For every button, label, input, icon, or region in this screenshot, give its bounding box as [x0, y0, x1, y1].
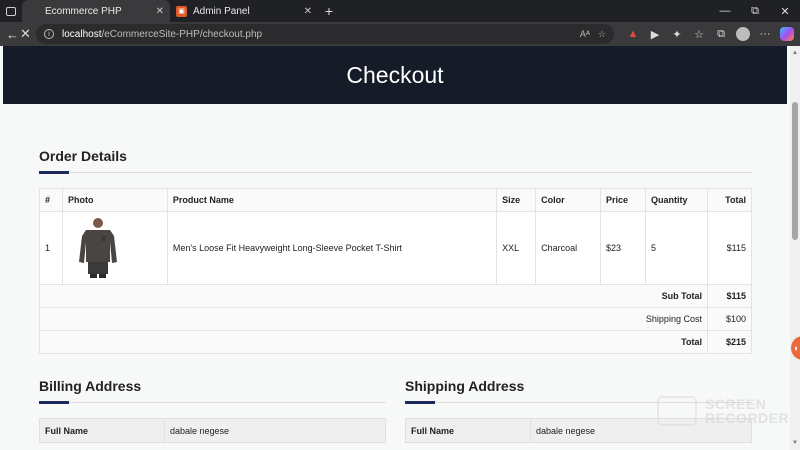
billing-address-heading: Billing Address: [39, 378, 142, 394]
tab-actions-icon[interactable]: [0, 0, 22, 22]
row-total: $115: [706, 211, 753, 285]
col-price: Price: [600, 188, 647, 212]
more-menu-icon[interactable]: ···: [754, 28, 776, 40]
profile-avatar[interactable]: [736, 27, 750, 41]
page-title: Checkout: [346, 61, 444, 88]
window-controls: — ⧉ ✕: [710, 0, 800, 22]
close-tab-icon[interactable]: ✕: [156, 6, 164, 17]
row-quantity: 5: [645, 211, 708, 285]
url-text: localhost/eCommerceSite-PHP/checkout.php: [62, 29, 572, 40]
collections-icon[interactable]: ⧉: [710, 28, 732, 41]
copilot-icon[interactable]: [780, 27, 794, 41]
shipping-cost-row: Shipping Cost $100: [39, 307, 753, 331]
minimize-icon[interactable]: —: [710, 0, 740, 22]
table-row: Full Name dabale negese: [39, 418, 386, 443]
scroll-up-icon[interactable]: ▲: [792, 50, 798, 56]
watermark-line1: SCREEN: [705, 396, 767, 412]
row-color: Charcoal: [535, 211, 602, 285]
blank-page-icon: ·: [32, 7, 35, 15]
subtotal-row: Sub Total $115: [39, 284, 753, 308]
browser-toolbar: ← ✕ i localhost/eCommerceSite-PHP/checko…: [0, 22, 800, 46]
read-aloud-icon[interactable]: Aᴬ: [580, 29, 590, 39]
favorite-star-icon[interactable]: ☆: [598, 29, 606, 40]
order-details-heading: Order Details: [39, 148, 127, 164]
screen-recorder-watermark: SCREEN RECORDER: [657, 396, 789, 426]
col-total: Total: [706, 188, 753, 212]
scrollbar-thumb[interactable]: [792, 102, 798, 240]
url-path: /eCommerceSite-PHP/checkout.php: [101, 28, 263, 40]
total-row: Total $215: [39, 330, 753, 354]
order-table-header: # Photo Product Name Size Color Price Qu…: [39, 188, 753, 212]
col-index: #: [39, 188, 63, 212]
admin-panel-icon: ▣: [176, 5, 187, 17]
screen-recorder-logo-icon: [657, 396, 697, 426]
col-photo: Photo: [61, 188, 168, 212]
extensions-puzzle-icon[interactable]: ✦: [666, 28, 688, 41]
tab-ecommerce-php[interactable]: · Ecommerce PHP ✕: [22, 0, 170, 22]
col-quantity: Quantity: [645, 188, 708, 212]
col-size: Size: [496, 188, 537, 212]
product-photo[interactable]: [75, 216, 120, 278]
table-row: 1 Men's Loose Fit Heavyweight Long-Sleev…: [39, 211, 753, 285]
extension-rocket-icon[interactable]: ▲: [622, 28, 644, 40]
col-product-name: Product Name: [166, 188, 498, 212]
url-host: localhost: [62, 28, 102, 40]
order-table: # Photo Product Name Size Color Price Qu…: [39, 188, 753, 354]
restore-icon[interactable]: ⧉: [740, 0, 770, 22]
scroll-down-icon[interactable]: ▼: [792, 440, 798, 446]
row-price: $23: [600, 211, 647, 285]
shipping-address-heading: Shipping Address: [405, 378, 525, 394]
watermark-line2: RECORDER: [705, 410, 790, 426]
page-banner: Checkout: [3, 46, 787, 104]
browser-tab-bar: · Ecommerce PHP ✕ ▣ Admin Panel ✕ + — ⧉ …: [0, 0, 800, 22]
total-label: Total: [39, 330, 708, 354]
extensions-area: ▲ ▶ ✦ ☆ ⧉ ···: [622, 27, 794, 41]
page-scrollbar[interactable]: ▲ ▼: [790, 46, 800, 450]
row-photo-cell: [61, 211, 168, 285]
shipping-cost-value: $100: [706, 307, 753, 331]
row-index: 1: [39, 211, 63, 285]
tab-admin-panel[interactable]: ▣ Admin Panel ✕: [170, 0, 318, 22]
tab-label: Admin Panel: [193, 5, 250, 17]
favorites-icon[interactable]: ☆: [688, 28, 710, 41]
billing-address-table: Full Name dabale negese: [39, 418, 386, 443]
billing-full-name-label: Full Name: [39, 418, 165, 443]
col-color: Color: [535, 188, 602, 212]
order-details-divider: [39, 171, 752, 174]
back-arrow-icon[interactable]: ←: [6, 27, 19, 42]
shipping-full-name-label: Full Name: [405, 418, 531, 443]
close-tab-icon[interactable]: ✕: [304, 6, 312, 17]
close-window-icon[interactable]: ✕: [770, 0, 800, 22]
billing-address-divider: [39, 401, 386, 404]
shipping-cost-label: Shipping Cost: [39, 307, 708, 331]
new-tab-button[interactable]: +: [318, 0, 340, 22]
subtotal-value: $115: [706, 284, 753, 308]
total-value: $215: [706, 330, 753, 354]
site-info-icon[interactable]: i: [44, 29, 54, 39]
stop-loading-icon[interactable]: ✕: [19, 26, 32, 42]
row-product-name: Men's Loose Fit Heavyweight Long-Sleeve …: [166, 211, 498, 285]
tab-label: Ecommerce PHP: [45, 5, 122, 17]
watermark-text: SCREEN RECORDER: [705, 397, 789, 425]
subtotal-label: Sub Total: [39, 284, 708, 308]
extension-play-icon[interactable]: ▶: [644, 28, 666, 41]
billing-full-name-value: dabale negese: [164, 418, 386, 443]
row-size: XXL: [496, 211, 537, 285]
address-bar[interactable]: i localhost/eCommerceSite-PHP/checkout.p…: [36, 24, 614, 44]
